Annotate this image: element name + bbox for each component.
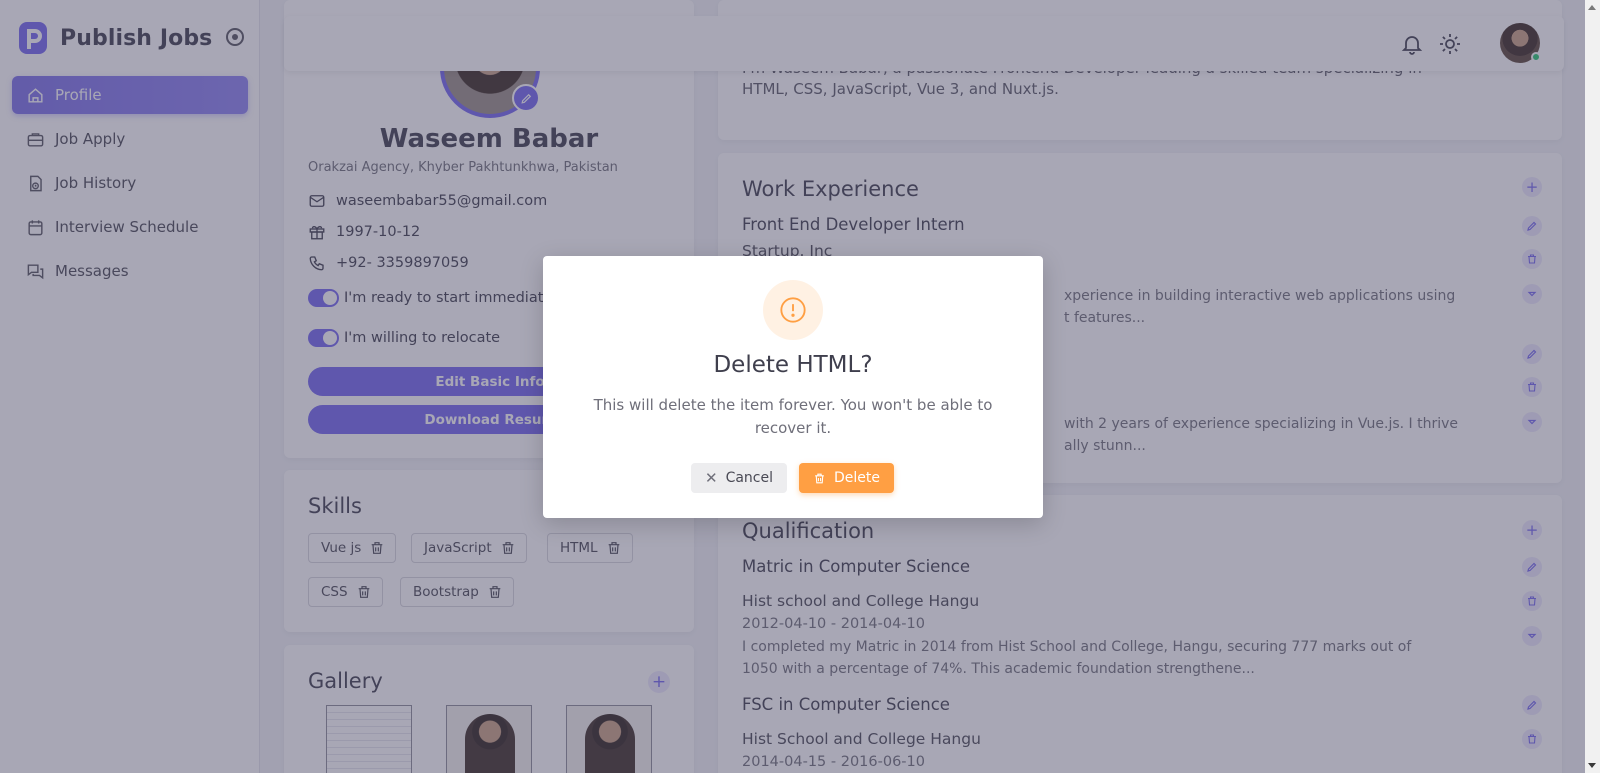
dialog-message: This will delete the item forever. You w… [593,396,993,437]
dialog-title: Delete HTML? [713,352,873,378]
alert-circle-icon [780,297,806,323]
close-icon: ✕ [704,469,718,487]
scroll-up-arrow[interactable] [1588,5,1596,10]
trash-icon [815,473,824,483]
warning-badge [763,280,823,340]
scroll-down-arrow[interactable] [1588,763,1596,768]
delete-button[interactable]: Delete [799,463,894,493]
cancel-button[interactable]: ✕ Cancel [691,463,787,493]
delete-confirmation-dialog: Delete HTML? This will delete the item f… [543,256,1043,518]
delete-button-label: Delete [834,470,880,486]
page-scrollbar[interactable] [1585,0,1600,773]
cancel-button-label: Cancel [725,470,773,486]
